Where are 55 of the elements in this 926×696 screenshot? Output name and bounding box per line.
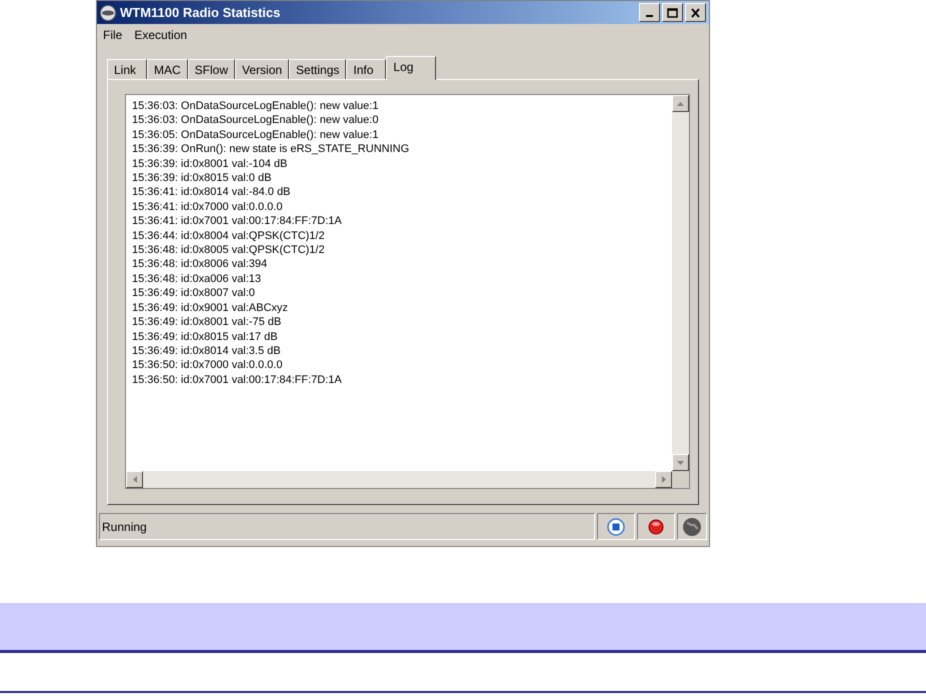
tab[interactable]: MAC xyxy=(147,59,188,79)
maximize-icon xyxy=(667,8,678,18)
tab[interactable]: Version xyxy=(235,59,290,79)
log-line: 15:36:48: id:0xa006 val:13 xyxy=(132,272,262,286)
log-line: 15:36:49: id:0x9001 val:ABCxyz xyxy=(132,300,288,316)
tab[interactable]: Log xyxy=(386,56,436,80)
down-arrow-icon xyxy=(677,460,684,464)
log-line: 15:36:41: id:0x7000 val:0.0.0.0 xyxy=(132,200,282,214)
log-line: 15:36:50: id:0x7001 val:00:17:84:FF:7D:1A xyxy=(132,372,342,388)
log-line: 15:36:39: OnRun(): new state is eRS_STATE_RUNNING xyxy=(132,142,410,157)
log-line: 15:36:48: id:0x8005 val:QPSK(CTC)1/2 xyxy=(132,243,325,258)
scroll-up-button[interactable] xyxy=(672,95,689,112)
scrollbar-corner xyxy=(672,471,689,488)
log-line: 15:36:50: id:0x7000 val:0.0.0.0 xyxy=(132,358,282,373)
scroll-right-button[interactable] xyxy=(655,471,672,488)
app-logo-icon xyxy=(100,4,116,20)
scroll-down-button[interactable] xyxy=(672,454,689,471)
log-line: 15:36:49: id:0x8014 val:3.5 dB xyxy=(132,344,281,358)
menu-item[interactable]: File xyxy=(103,26,122,44)
minimize-button[interactable] xyxy=(639,3,660,22)
log-line: 15:36:39: id:0x8001 val:-104 dB xyxy=(132,156,288,172)
log-line: 15:36:41: id:0x8014 val:-84.0 dB xyxy=(132,185,290,200)
log-line: 15:36:48: id:0x8006 val:394 xyxy=(132,257,268,272)
tab[interactable]: Settings xyxy=(289,59,346,79)
record-button[interactable] xyxy=(637,513,675,540)
tab[interactable]: Info xyxy=(346,59,386,79)
menu-item[interactable]: Execution xyxy=(134,26,188,44)
horizontal-scrollbar[interactable] xyxy=(126,471,672,488)
log-line: 15:36:05: OnDataSourceLogEnable(): new value:1 xyxy=(132,128,378,142)
log-line: 15:36:49: id:0x8007 val:0 xyxy=(132,286,255,301)
right-arrow-icon xyxy=(662,476,666,483)
tab[interactable]: Link xyxy=(107,59,147,79)
vertical-scrollbar[interactable] xyxy=(672,95,689,471)
globe-button[interactable] xyxy=(677,513,707,540)
left-arrow-icon xyxy=(132,476,136,483)
close-icon xyxy=(690,8,701,18)
stop-button[interactable] xyxy=(597,513,635,540)
scroll-left-button[interactable] xyxy=(126,471,143,488)
log-line: 15:36:39: id:0x8015 val:0 dB xyxy=(132,171,272,186)
window-title: WTM1100 Radio Statistics xyxy=(120,4,280,22)
status-text: Running xyxy=(102,518,147,536)
stop-icon xyxy=(607,518,625,536)
log-line: 15:36:49: id:0x8015 val:17 dB xyxy=(132,330,278,344)
up-arrow-icon xyxy=(677,102,684,106)
log-line: 15:36:41: id:0x7001 val:00:17:84:FF:7D:1A xyxy=(132,214,342,229)
log-line: 15:36:03: OnDataSourceLogEnable(): new value:0 xyxy=(132,113,378,128)
log-line: 15:36:44: id:0x8004 val:QPSK(CTC)1/2 xyxy=(132,228,325,244)
maximize-button[interactable] xyxy=(662,3,683,22)
record-icon xyxy=(648,518,664,534)
tab[interactable]: SFlow xyxy=(188,59,236,79)
minimize-icon xyxy=(646,14,653,16)
log-line: 15:36:49: id:0x8001 val:-75 dB xyxy=(132,315,282,330)
log-line: 15:36:03: OnDataSourceLogEnable(): new value:1 xyxy=(132,99,378,114)
close-button[interactable] xyxy=(685,3,706,22)
globe-icon xyxy=(682,516,702,536)
